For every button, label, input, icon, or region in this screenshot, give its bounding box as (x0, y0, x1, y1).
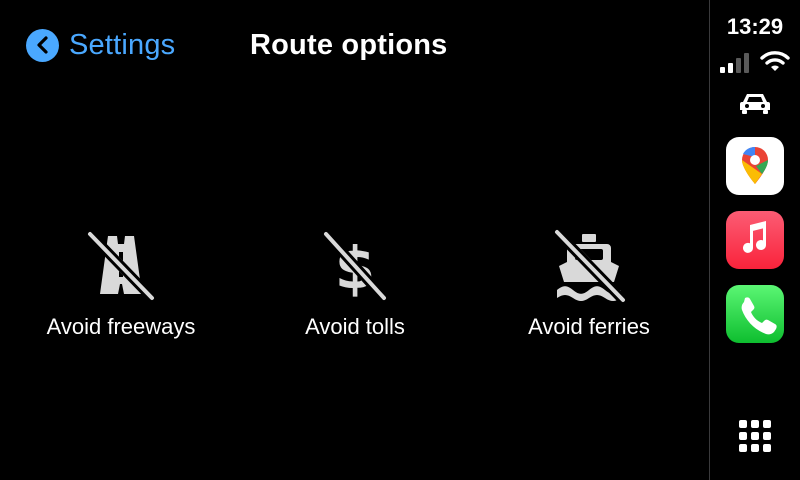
chevron-left-icon (26, 28, 59, 62)
main-content: Settings Route options Avoid freeways Av… (0, 0, 709, 480)
car-icon (740, 94, 770, 114)
page-title: Route options (250, 29, 448, 61)
back-label: Settings (69, 28, 176, 61)
avoid-ferries-button[interactable]: Avoid ferries (518, 228, 660, 340)
music-app-icon[interactable] (726, 211, 784, 269)
option-label: Avoid tolls (305, 314, 405, 339)
dollar-crossed-icon: $ (315, 228, 395, 304)
status-time: 13:29 (726, 14, 784, 39)
phone-app-icon[interactable] (726, 285, 784, 343)
avoid-tolls-button[interactable]: $ Avoid tolls (297, 228, 413, 340)
back-button[interactable]: Settings (26, 27, 175, 63)
maps-app-icon[interactable] (726, 137, 784, 195)
app-grid-icon[interactable] (739, 420, 771, 452)
wifi-icon (760, 51, 790, 71)
cellular-signal-icon (720, 53, 749, 73)
ferry-crossed-icon (549, 228, 629, 304)
option-label: Avoid freeways (46, 314, 196, 339)
avoid-freeways-button[interactable]: Avoid freeways (37, 228, 205, 340)
option-label: Avoid ferries (528, 314, 650, 339)
dock: 13:29 (710, 0, 800, 480)
carplay-screen: Settings Route options Avoid freeways Av… (0, 0, 800, 480)
freeway-crossed-icon (81, 228, 161, 304)
